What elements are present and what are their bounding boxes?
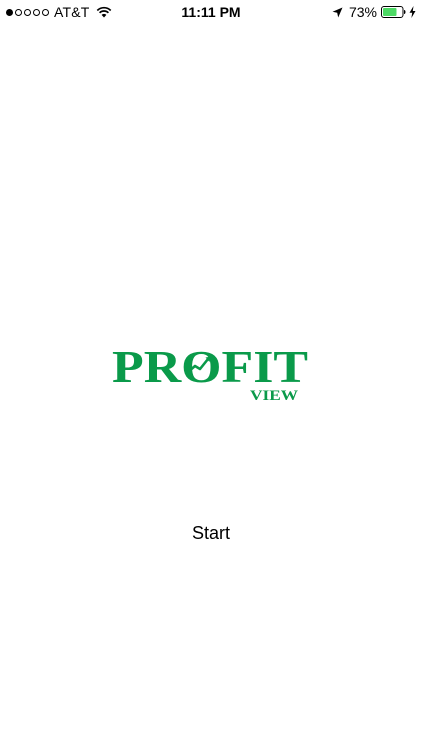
start-button[interactable]: Start	[161, 518, 261, 548]
battery-percentage: 73%	[348, 4, 377, 20]
battery-icon	[381, 6, 406, 18]
status-bar: AT&T 11:11 PM 73%	[0, 0, 422, 24]
profit-view-logo: PROFIT VIEW	[112, 341, 308, 404]
location-arrow-icon	[332, 7, 343, 17]
svg-text:VIEW: VIEW	[250, 388, 298, 404]
charging-bolt-icon	[409, 6, 416, 18]
svg-text:PROFIT: PROFIT	[112, 341, 308, 392]
status-right: 73%	[332, 4, 416, 20]
battery-fill	[383, 8, 397, 16]
